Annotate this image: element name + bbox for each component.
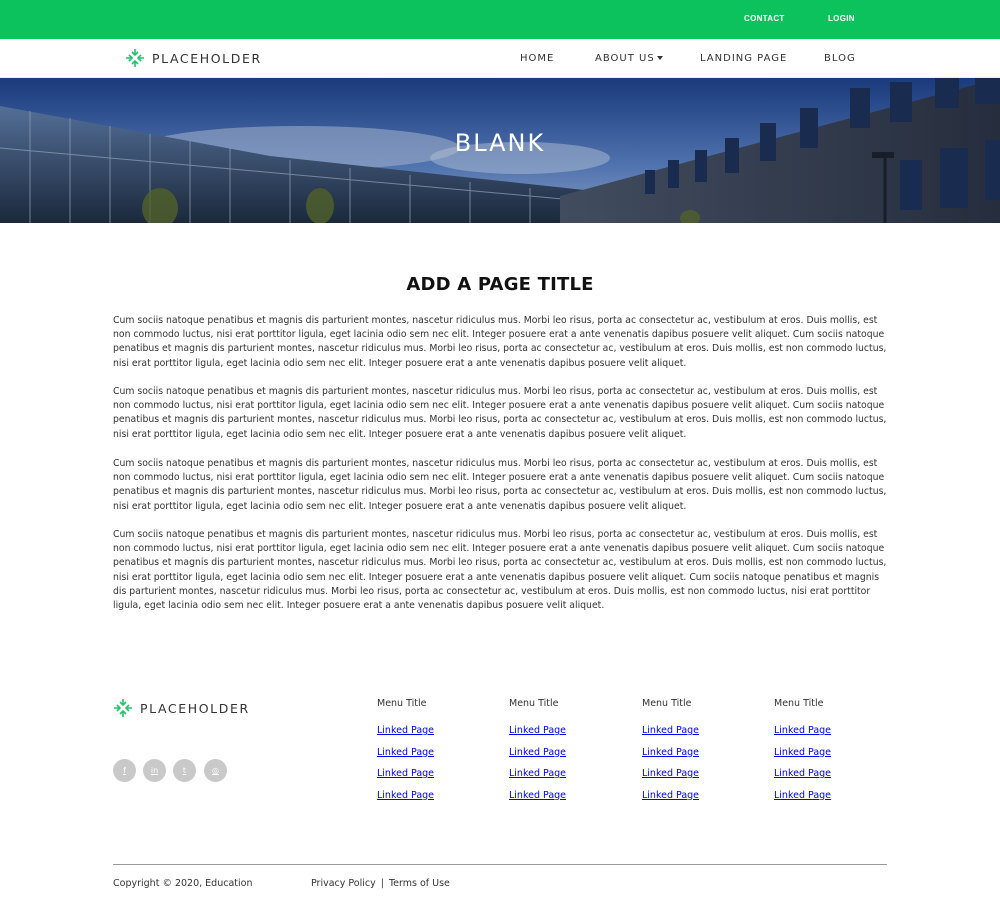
footer-menu-title: Menu Title <box>774 698 824 709</box>
footer-link[interactable]: Linked Page <box>642 768 699 790</box>
footer-link[interactable]: Linked Page <box>774 747 831 769</box>
footer-menu-title: Menu Title <box>509 698 559 709</box>
facebook-icon[interactable]: f <box>113 759 136 782</box>
top-bar: CONTACT LOGIN <box>0 0 1000 39</box>
footer-link[interactable]: Linked Page <box>642 790 699 812</box>
page-title: ADD A PAGE TITLE <box>406 274 594 295</box>
contact-link[interactable]: CONTACT <box>744 14 785 23</box>
legal-links: Privacy Policy | Terms of Use <box>311 878 450 889</box>
footer-logo-text: PLACEHOLDER <box>140 700 250 716</box>
footer-menu-1: Menu Title Linked Page Linked Page Linke… <box>377 698 434 811</box>
nav-about-us[interactable]: ABOUT US <box>595 53 655 64</box>
site-logo[interactable]: PLACEHOLDER <box>124 47 262 69</box>
twitter-icon[interactable]: t <box>173 759 196 782</box>
footer-link[interactable]: Linked Page <box>377 768 434 790</box>
logo-text: PLACEHOLDER <box>152 50 262 66</box>
privacy-policy-link[interactable]: Privacy Policy <box>311 878 376 889</box>
nav-blog[interactable]: BLOG <box>824 53 856 64</box>
footer-link[interactable]: Linked Page <box>377 747 434 769</box>
hero-banner: BLANK <box>0 78 1000 223</box>
footer-link[interactable]: Linked Page <box>774 768 831 790</box>
footer-link[interactable]: Linked Page <box>509 725 566 747</box>
nav-landing-page[interactable]: LANDING PAGE <box>700 53 787 64</box>
footer-menu-title: Menu Title <box>642 698 692 709</box>
nav-home[interactable]: HOME <box>520 53 554 64</box>
footer-link[interactable]: Linked Page <box>509 790 566 812</box>
footer-logo[interactable]: PLACEHOLDER <box>112 697 250 719</box>
footer-link[interactable]: Linked Page <box>509 747 566 769</box>
chevron-down-icon[interactable] <box>657 56 663 60</box>
body-paragraph-3: Cum sociis natoque penatibus et magnis d… <box>113 458 887 512</box>
footer-menu-title: Menu Title <box>377 698 427 709</box>
login-link[interactable]: LOGIN <box>828 14 855 23</box>
copyright-text: Copyright © 2020, Education <box>113 878 253 889</box>
body-paragraph-1: Cum sociis natoque penatibus et magnis d… <box>113 315 887 369</box>
footer-link[interactable]: Linked Page <box>774 790 831 812</box>
footer-menu-2: Menu Title Linked Page Linked Page Linke… <box>509 698 566 811</box>
terms-of-use-link[interactable]: Terms of Use <box>389 878 450 889</box>
footer-link[interactable]: Linked Page <box>642 747 699 769</box>
footer-link[interactable]: Linked Page <box>642 725 699 747</box>
footer-link[interactable]: Linked Page <box>377 725 434 747</box>
footer-menu-3: Menu Title Linked Page Linked Page Linke… <box>642 698 699 811</box>
footer-link[interactable]: Linked Page <box>774 725 831 747</box>
main-navigation: PLACEHOLDER HOME ABOUT US LANDING PAGE B… <box>0 39 1000 78</box>
hero-title: BLANK <box>454 129 546 157</box>
footer-divider <box>113 864 887 865</box>
footer-link[interactable]: Linked Page <box>377 790 434 812</box>
logo-mark-icon <box>126 49 144 67</box>
logo-mark-icon <box>114 699 132 717</box>
footer-link[interactable]: Linked Page <box>509 768 566 790</box>
body-paragraph-4: Cum sociis natoque penatibus et magnis d… <box>113 529 887 612</box>
instagram-icon[interactable]: ◎ <box>204 759 227 782</box>
footer-menu-4: Menu Title Linked Page Linked Page Linke… <box>774 698 831 811</box>
legal-separator: | <box>380 878 384 889</box>
body-paragraph-2: Cum sociis natoque penatibus et magnis d… <box>113 386 887 440</box>
linkedin-icon[interactable]: in <box>143 759 166 782</box>
